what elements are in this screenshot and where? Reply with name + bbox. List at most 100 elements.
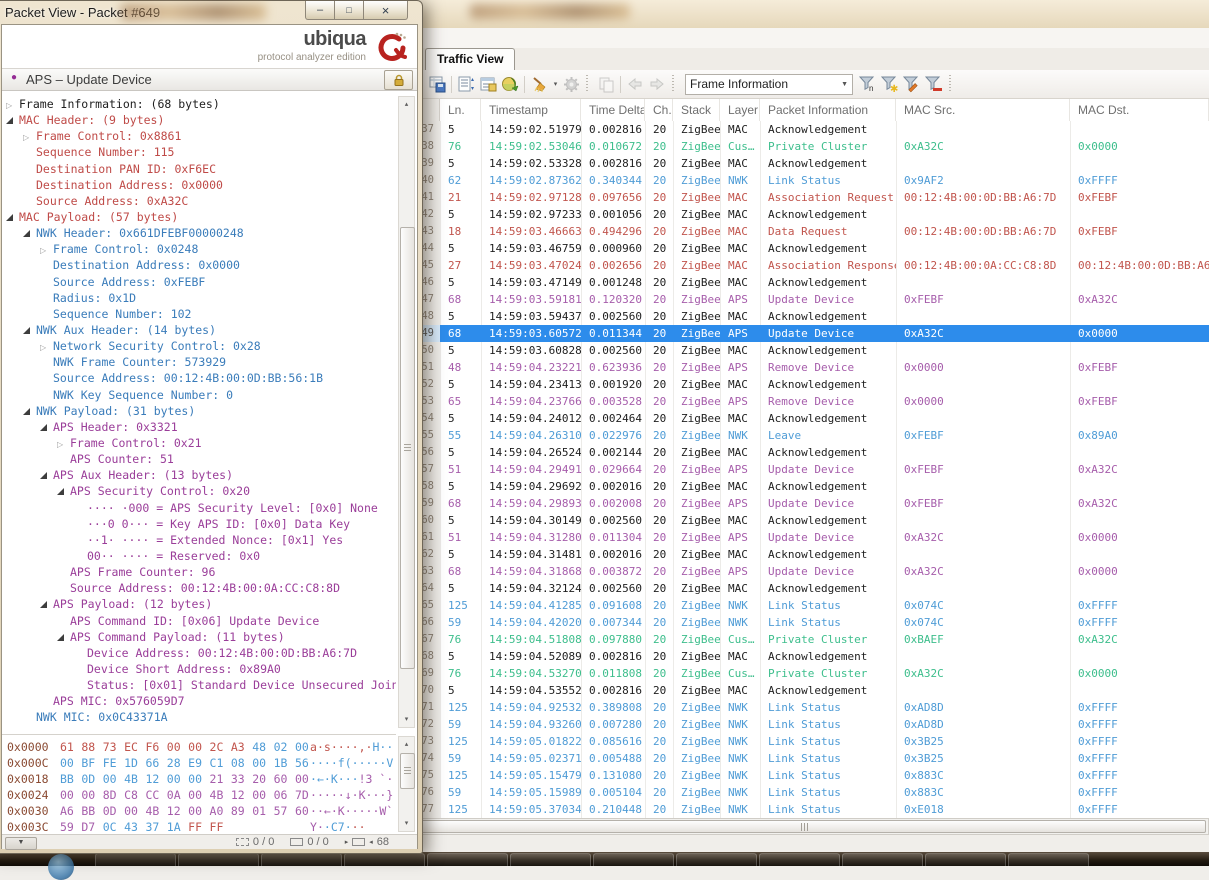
- tree-scrollbar[interactable]: ▴ ▾: [398, 96, 415, 728]
- table-row[interactable]: 664514:59:04.3212480.00256020ZigBeeMACAc…: [400, 580, 1209, 597]
- tree-line[interactable]: APS Aux Header: (13 bytes): [5, 467, 396, 483]
- tab-traffic-view[interactable]: Traffic View: [425, 48, 515, 70]
- hex-row[interactable]: 0x002400008DC8CC0A004B1200067D·····↓·K··…: [2, 787, 396, 803]
- table-row[interactable]: 656514:59:04.2652480.00214420ZigBeeMACAc…: [400, 444, 1209, 461]
- column-header-mac-src[interactable]: MAC Src.: [896, 99, 1070, 121]
- navigate-back-button[interactable]: [624, 73, 646, 95]
- table-row[interactable]: 642514:59:02.9723360.00105620ZigBeeMACAc…: [400, 206, 1209, 223]
- table-row[interactable]: 658514:59:04.2969280.00201620ZigBeeMACAc…: [400, 478, 1209, 495]
- column-header-stack[interactable]: Stack: [673, 99, 720, 121]
- tree-expanded-icon[interactable]: [6, 214, 13, 221]
- tree-line[interactable]: ▷Frame Control: 0x0248: [5, 241, 396, 257]
- taskbar-button[interactable]: [427, 853, 508, 867]
- taskbar-button[interactable]: [261, 853, 342, 867]
- column-header-time-delta[interactable]: Time Delta: [581, 99, 645, 121]
- table-row[interactable]: 6745914:59:05.0237120.00548820ZigBeeNWKL…: [400, 750, 1209, 767]
- table-row[interactable]: 6697614:59:04.5327040.01180820ZigBeeCus……: [400, 665, 1209, 682]
- minimize-button[interactable]: –: [305, 1, 335, 20]
- table-row[interactable]: 6514814:59:04.2322160.62393620ZigBeeAPSR…: [400, 359, 1209, 376]
- filter-field-combobox[interactable]: Frame Information ▼: [685, 74, 853, 95]
- tree-expanded-icon[interactable]: [40, 601, 47, 608]
- table-row[interactable]: 6496814:59:03.6057200.01134420ZigBeeAPSU…: [400, 325, 1209, 342]
- tree-line[interactable]: ···· ·000 = APS Security Level: [0x0] No…: [5, 500, 396, 516]
- taskbar-button[interactable]: [676, 853, 757, 867]
- tree-line[interactable]: NWK MIC: 0x0C43371A: [5, 709, 396, 725]
- tree-line[interactable]: Destination Address: 0x0000: [5, 257, 396, 273]
- tree-line[interactable]: APS Header: 0x3321: [5, 419, 396, 435]
- tree-expanded-icon[interactable]: [40, 424, 47, 431]
- table-row[interactable]: 660514:59:04.3014960.00256020ZigBeeMACAc…: [400, 512, 1209, 529]
- refresh-network-button[interactable]: [499, 73, 521, 95]
- clear-traffic-dropdown[interactable]: ▾: [550, 73, 560, 95]
- table-row[interactable]: 6476814:59:03.5918160.12032020ZigBeeAPSU…: [400, 291, 1209, 308]
- tree-line[interactable]: Destination PAN ID: 0xF6EC: [5, 161, 396, 177]
- tree-line[interactable]: Destination Address: 0x0000: [5, 177, 396, 193]
- tree-line[interactable]: APS Counter: 51: [5, 451, 396, 467]
- tree-line[interactable]: APS Command Payload: (11 bytes): [5, 629, 396, 645]
- table-row[interactable]: 67112514:59:04.9253280.38980820ZigBeeNWK…: [400, 699, 1209, 716]
- scroll-down-arrow[interactable]: ▾: [399, 712, 414, 727]
- table-row[interactable]: 6636814:59:04.3186880.00387220ZigBeeAPSU…: [400, 563, 1209, 580]
- table-row[interactable]: 6536514:59:04.2376640.00352820ZigBeeAPSR…: [400, 393, 1209, 410]
- filter-remove-button[interactable]: [923, 73, 945, 95]
- tree-line[interactable]: Device Address: 00:12:4B:00:0D:BB:A6:7D: [5, 645, 396, 661]
- toolbar-overflow-grip[interactable]: [949, 75, 954, 93]
- table-row[interactable]: 6596814:59:04.2989360.00200820ZigBeeAPSU…: [400, 495, 1209, 512]
- table-row[interactable]: 6387614:59:02.5304640.01067220ZigBeeCus……: [400, 138, 1209, 155]
- table-row[interactable]: 654514:59:04.2401280.00246420ZigBeeMACAc…: [400, 410, 1209, 427]
- table-row[interactable]: 670514:59:04.5355200.00281620ZigBeeMACAc…: [400, 682, 1209, 699]
- taskbar-button[interactable]: [925, 853, 1006, 867]
- tree-expanded-icon[interactable]: [23, 327, 30, 334]
- start-button[interactable]: [48, 854, 74, 880]
- taskbar-button[interactable]: [178, 853, 259, 867]
- table-row[interactable]: 646514:59:03.4714960.00124820ZigBeeMACAc…: [400, 274, 1209, 291]
- scroll-up-arrow[interactable]: ▴: [399, 737, 414, 752]
- tree-line[interactable]: Sequence Number: 102: [5, 306, 396, 322]
- column-header-timestamp[interactable]: Timestamp: [481, 99, 581, 121]
- tree-line[interactable]: ··1· ···· = Extended Nonce: [0x1] Yes: [5, 532, 396, 548]
- taskbar-button[interactable]: [510, 853, 591, 867]
- tree-line[interactable]: NWK Key Sequence Number: 0: [5, 387, 396, 403]
- tree-expanded-icon[interactable]: [40, 472, 47, 479]
- table-row[interactable]: 6555514:59:04.2631040.02297620ZigBeeNWKL…: [400, 427, 1209, 444]
- table-row[interactable]: 650514:59:03.6082800.00256020ZigBeeMACAc…: [400, 342, 1209, 359]
- table-row[interactable]: 6406214:59:02.8736240.34034420ZigBeeNWKL…: [400, 172, 1209, 189]
- table-row[interactable]: 6431814:59:03.4666320.49429620ZigBeeMACD…: [400, 223, 1209, 240]
- tree-line[interactable]: NWK Aux Header: (14 bytes): [5, 322, 396, 338]
- tree-line[interactable]: Status: [0x01] Standard Device Unsecured…: [5, 677, 396, 693]
- hex-scrollbar-thumb[interactable]: [400, 753, 415, 789]
- filter-add-button[interactable]: ✱: [879, 73, 901, 95]
- taskbar-button[interactable]: [1008, 853, 1089, 867]
- tree-expanded-icon[interactable]: [6, 117, 13, 124]
- tree-expanded-icon[interactable]: [57, 488, 64, 495]
- tree-scrollbar-thumb[interactable]: [400, 227, 415, 669]
- table-row[interactable]: 6412114:59:02.9712800.09765620ZigBeeMACA…: [400, 189, 1209, 206]
- tree-line[interactable]: ▷Frame Control: 0x8861: [5, 128, 396, 144]
- column-header-ln[interactable]: Ln.: [440, 99, 481, 121]
- tree-line[interactable]: NWK Frame Counter: 573929: [5, 354, 396, 370]
- hex-options-dropdown-button[interactable]: ▼: [5, 837, 37, 850]
- table-row[interactable]: 66512514:59:04.4128560.09160820ZigBeeNWK…: [400, 597, 1209, 614]
- tree-expanded-icon[interactable]: [23, 408, 30, 415]
- tree-line[interactable]: MAC Header: (9 bytes): [5, 112, 396, 128]
- filter-edit-button[interactable]: [901, 73, 923, 95]
- toolbar-overflow-grip[interactable]: [672, 75, 677, 93]
- hex-row[interactable]: 0x0030A6BB0D004B1200A089015760··←·K·····…: [2, 803, 396, 819]
- tree-line[interactable]: Sequence Number: 115: [5, 144, 396, 160]
- tree-line[interactable]: APS Frame Counter: 96: [5, 564, 396, 580]
- table-row[interactable]: 6665914:59:04.4202000.00734420ZigBeeNWKL…: [400, 614, 1209, 631]
- table-row[interactable]: 67712514:59:05.3703440.21044820ZigBeeNWK…: [400, 801, 1209, 818]
- taskbar-button[interactable]: [344, 853, 425, 867]
- tree-line[interactable]: NWK Payload: (31 bytes): [5, 403, 396, 419]
- table-row[interactable]: 652514:59:04.2341360.00192020ZigBeeMACAc…: [400, 376, 1209, 393]
- taskbar-button[interactable]: [95, 853, 176, 867]
- tree-line[interactable]: Source Address: 0xA32C: [5, 193, 396, 209]
- table-row[interactable]: 639514:59:02.5332800.00281620ZigBeeMACAc…: [400, 155, 1209, 172]
- table-row[interactable]: 6725914:59:04.9326080.00728020ZigBeeNWKL…: [400, 716, 1209, 733]
- column-header-packet-info[interactable]: Packet Information: [760, 99, 896, 121]
- table-row[interactable]: 67512514:59:05.1547920.13108020ZigBeeNWK…: [400, 767, 1209, 784]
- table-row[interactable]: 6615114:59:04.3128000.01130420ZigBeeAPSU…: [400, 529, 1209, 546]
- tree-line[interactable]: Source Address: 0xFEBF: [5, 274, 396, 290]
- column-header-mac-dst[interactable]: MAC Dst.: [1070, 99, 1209, 121]
- clear-traffic-button[interactable]: [528, 73, 550, 95]
